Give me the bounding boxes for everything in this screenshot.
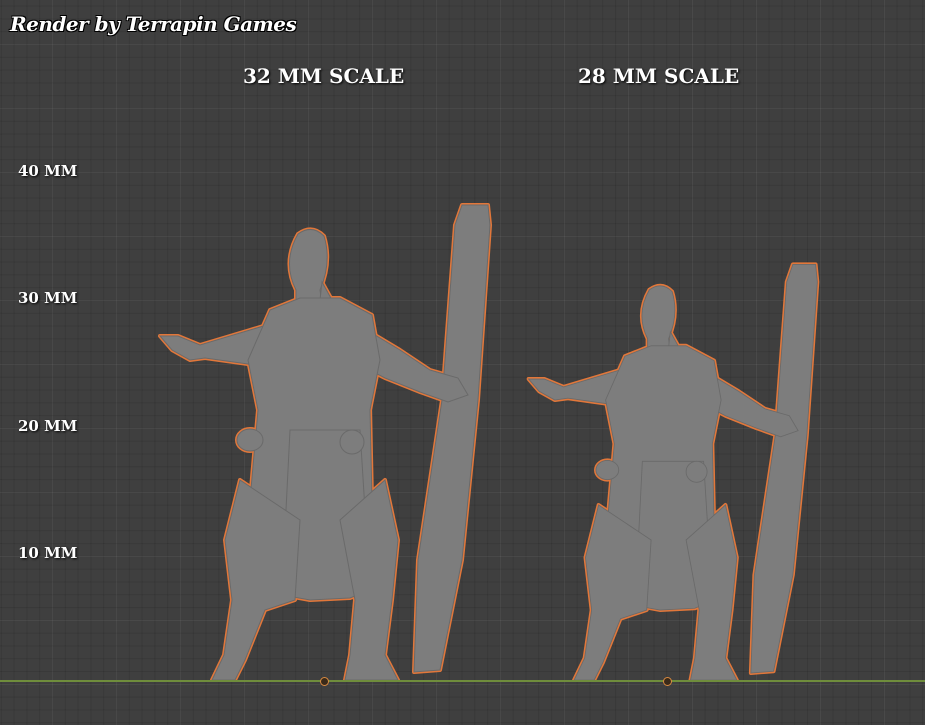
origin-marker-32mm xyxy=(320,677,329,686)
monk-figure-28mm xyxy=(526,262,820,682)
monk-figure-32mm xyxy=(158,203,492,682)
miniature-figures xyxy=(158,203,820,682)
ground-plane-line xyxy=(0,680,925,682)
3d-viewport[interactable]: Render by Terrapin Games 32 MM SCALE 28 … xyxy=(0,0,925,725)
origin-marker-28mm xyxy=(663,677,672,686)
